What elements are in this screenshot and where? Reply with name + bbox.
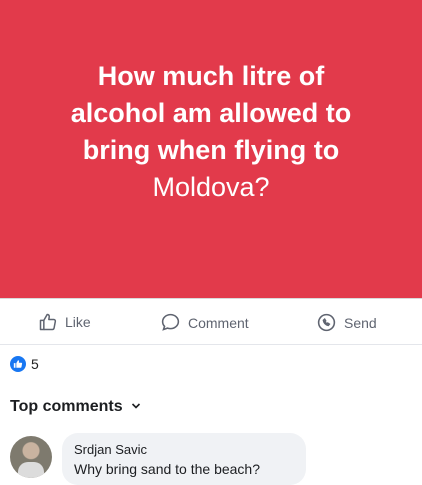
post-text: How much litre of alcohol am allowed to … <box>0 58 422 206</box>
post-text-line: bring when flying to <box>82 135 340 165</box>
like-icon <box>38 312 58 332</box>
comment-sort-dropdown[interactable]: Top comments <box>10 398 141 416</box>
comment-label: Comment <box>188 314 249 331</box>
comment-icon <box>160 312 181 333</box>
like-label: Like <box>65 314 91 330</box>
comment-author[interactable]: Srdjan Savic <box>74 442 147 457</box>
comment-button[interactable]: Comment <box>160 312 249 333</box>
like-reaction-icon <box>10 356 26 372</box>
like-button[interactable]: Like <box>38 312 91 332</box>
comment-sort-label: Top comments <box>10 398 123 415</box>
post-text-line: How much litre of <box>97 61 325 91</box>
chevron-down-icon <box>131 398 141 416</box>
reaction-count: 5 <box>31 356 39 372</box>
send-button[interactable]: Send <box>316 312 377 333</box>
comment-text: Why bring sand to the beach? <box>74 461 261 477</box>
post-action-bar: Like Comment Send <box>0 300 422 345</box>
post-card: How much litre of alcohol am allowed to … <box>0 0 422 299</box>
comment-bubble: Srdjan Savic Why bring sand to the beach… <box>62 433 306 485</box>
post-text-line: alcohol am allowed to <box>70 98 352 128</box>
avatar[interactable] <box>10 436 52 478</box>
messenger-icon <box>316 312 337 333</box>
send-label: Send <box>344 314 377 331</box>
post-text-line: Moldova? <box>152 172 270 202</box>
reaction-summary[interactable]: 5 <box>10 356 39 372</box>
